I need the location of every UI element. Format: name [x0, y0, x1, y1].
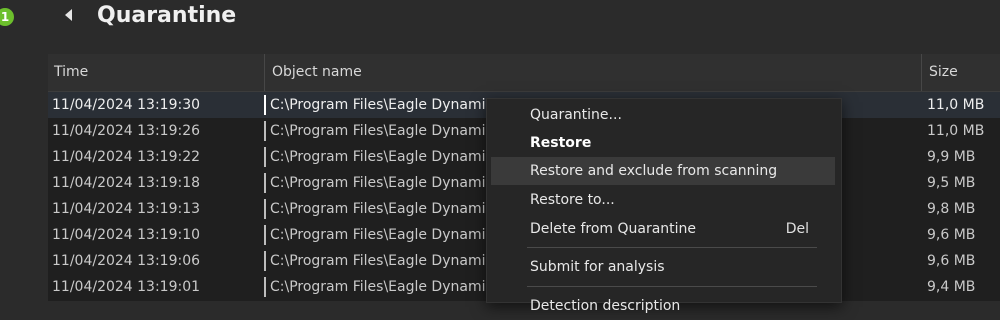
row-size: 9,8 MB — [927, 201, 976, 217]
row-object-name: C:\Program Files\Eagle Dynami — [270, 149, 485, 165]
menu-separator — [527, 286, 817, 287]
row-time: 11/04/2024 13:19:22 — [52, 149, 201, 165]
row-object-name: C:\Program Files\Eagle Dynami — [270, 123, 485, 139]
row-object-name: C:\Program Files\Eagle Dynami — [270, 97, 485, 113]
row-object-name: C:\Program Files\Eagle Dynami — [270, 227, 485, 243]
row-time: 11/04/2024 13:19:26 — [52, 123, 201, 139]
menu-item-restore[interactable]: Restore — [491, 129, 835, 157]
row-size: 9,9 MB — [927, 149, 976, 165]
row-marker — [264, 121, 266, 141]
row-marker — [264, 277, 266, 297]
menu-item-submit[interactable]: Submit for analysis — [491, 253, 835, 281]
row-time: 11/04/2024 13:19:13 — [52, 201, 201, 217]
row-object-name: C:\Program Files\Eagle Dynami — [270, 279, 485, 295]
row-marker — [264, 173, 266, 193]
row-time: 11/04/2024 13:19:18 — [52, 175, 201, 191]
row-marker — [264, 225, 266, 245]
row-size: 9,5 MB — [927, 175, 976, 191]
column-divider[interactable] — [264, 54, 265, 91]
row-time: 11/04/2024 13:19:10 — [52, 227, 201, 243]
row-size: 9,6 MB — [927, 253, 976, 269]
row-time: 11/04/2024 13:19:01 — [52, 279, 201, 295]
notification-badge: 1 — [0, 8, 14, 26]
row-time: 11/04/2024 13:19:06 — [52, 253, 201, 269]
menu-item-delete[interactable]: Delete from Quarantine Del — [491, 215, 835, 243]
table-header: Time Object name Size — [48, 54, 1000, 92]
menu-item-detection[interactable]: Detection description — [491, 292, 835, 320]
row-size: 9,4 MB — [927, 279, 976, 295]
row-marker — [264, 147, 266, 167]
row-object-name: C:\Program Files\Eagle Dynami — [270, 175, 485, 191]
row-object-name: C:\Program Files\Eagle Dynami — [270, 253, 485, 269]
column-header-time[interactable]: Time — [54, 54, 88, 91]
row-time: 11/04/2024 13:19:30 — [52, 97, 201, 113]
row-size: 11,0 MB — [927, 123, 985, 139]
row-object-name: C:\Program Files\Eagle Dynami — [270, 201, 485, 217]
menu-item-delete-label: Delete from Quarantine — [530, 221, 697, 237]
row-marker — [264, 199, 266, 219]
back-arrow-icon[interactable] — [62, 8, 76, 22]
row-size: 11,0 MB — [927, 97, 985, 113]
column-header-size[interactable]: Size — [929, 54, 958, 91]
menu-separator — [527, 247, 817, 248]
row-marker — [264, 95, 266, 115]
row-size: 9,6 MB — [927, 227, 976, 243]
page-title: Quarantine — [97, 3, 237, 28]
column-header-object-name[interactable]: Object name — [272, 54, 362, 91]
menu-item-restore-exclude[interactable]: Restore and exclude from scanning — [491, 157, 835, 185]
menu-item-quarantine[interactable]: Quarantine... — [491, 101, 835, 129]
context-menu: Quarantine... Restore Restore and exclud… — [486, 98, 842, 314]
menu-item-delete-shortcut: Del — [785, 221, 809, 237]
column-divider[interactable] — [921, 54, 922, 91]
menu-item-restore-to[interactable]: Restore to... — [491, 186, 835, 214]
row-marker — [264, 251, 266, 271]
